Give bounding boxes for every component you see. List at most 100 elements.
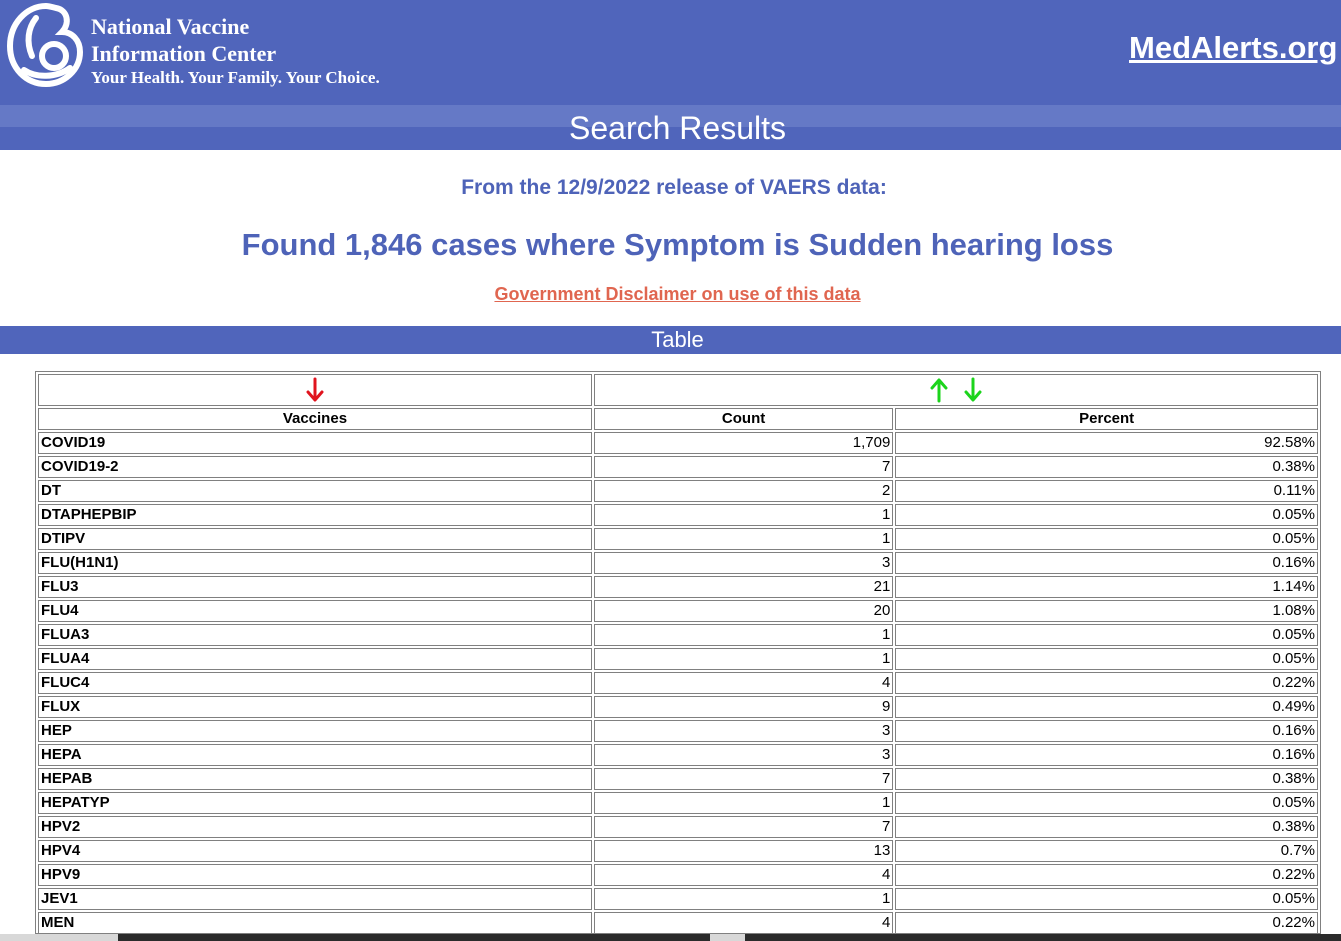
count-cell: 13 [593, 840, 894, 862]
table-row: FLUC4 4 0.22% [38, 672, 1318, 694]
percent-cell: 0.11% [895, 480, 1318, 502]
results-table: Vaccines Count Percent COVID19 1,709 92.58… [36, 372, 1320, 933]
vaccine-name-cell: FLU(H1N1) [38, 552, 592, 574]
page-title: Search Results [569, 110, 786, 146]
table-row: HEPATYP 1 0.05% [38, 792, 1318, 814]
scrollbar-segment [118, 934, 710, 941]
vaccine-name-cell: FLUA4 [38, 648, 592, 670]
sort-up-green-icon[interactable] [930, 377, 948, 403]
table-row: FLUA3 1 0.05% [38, 624, 1318, 646]
table-row: HPV4 13 0.7% [38, 840, 1318, 862]
table-row: HPV2 7 0.38% [38, 816, 1318, 838]
vaccine-name-cell: DTIPV [38, 528, 592, 550]
percent-cell: 0.05% [895, 888, 1318, 910]
sort-down-green-icon[interactable] [964, 377, 982, 403]
sort-row [38, 374, 1318, 406]
org-tagline: Your Health. Your Family. Your Choice. [91, 68, 380, 87]
percent-cell: 0.22% [895, 672, 1318, 694]
count-cell: 3 [593, 720, 894, 742]
disclaimer-link[interactable]: Government Disclaimer on use of this dat… [494, 284, 860, 304]
count-cell: 1 [593, 648, 894, 670]
table-row: COVID19-2 7 0.38% [38, 456, 1318, 478]
table-section-label: Table [651, 327, 704, 352]
count-cell: 4 [593, 912, 894, 933]
vaccine-name-cell: FLU3 [38, 576, 592, 598]
count-cell: 1 [593, 888, 894, 910]
percent-cell: 0.16% [895, 744, 1318, 766]
table-body: COVID19 1,709 92.58% COVID19-2 7 0.38% DT 2 0.11… [38, 432, 1318, 933]
column-header-row: Vaccines Count Percent [38, 408, 1318, 430]
vaccine-name-cell: MEN [38, 912, 592, 933]
percent-cell: 0.38% [895, 816, 1318, 838]
vaccine-name-cell: FLUC4 [38, 672, 592, 694]
percent-cell: 0.49% [895, 696, 1318, 718]
vaccine-name-cell: COVID19 [38, 432, 592, 454]
table-section-header: Table [0, 326, 1341, 354]
found-summary: Found 1,846 cases where Symptom is Sudde… [241, 227, 1114, 262]
sort-down-red-icon[interactable] [306, 377, 324, 403]
release-heading: From the 12/9/2022 release of VAERS data… [461, 176, 887, 199]
vaccine-name-cell: HEPA [38, 744, 592, 766]
percent-cell: 0.38% [895, 768, 1318, 790]
count-cell: 3 [593, 552, 894, 574]
table-row: DTIPV 1 0.05% [38, 528, 1318, 550]
percent-cell: 0.05% [895, 624, 1318, 646]
percent-cell: 0.05% [895, 504, 1318, 526]
table-row: HEPA 3 0.16% [38, 744, 1318, 766]
table-row: FLUX 9 0.49% [38, 696, 1318, 718]
table-row: HEPAB 7 0.38% [38, 768, 1318, 790]
vaccine-name-cell: HEPAB [38, 768, 592, 790]
org-line-1: National Vaccine [91, 14, 250, 39]
medalerts-link[interactable]: MedAlerts.org [1129, 30, 1341, 66]
vaccine-name-cell: DTAPHEPBIP [38, 504, 592, 526]
org-line-2: Information Center [91, 41, 277, 66]
table-row: FLU4 20 1.08% [38, 600, 1318, 622]
vaccine-name-cell: HPV4 [38, 840, 592, 862]
results-table-container: Vaccines Count Percent COVID19 1,709 92.58… [35, 371, 1321, 934]
count-cell: 7 [593, 456, 894, 478]
column-header-count: Count [593, 408, 894, 430]
vaccine-name-cell: HEPATYP [38, 792, 592, 814]
percent-cell: 0.22% [895, 864, 1318, 886]
nvic-logo-icon[interactable] [6, 2, 84, 88]
percent-cell: 0.22% [895, 912, 1318, 933]
column-header-vaccines: Vaccines [38, 408, 592, 430]
vaccine-name-cell: HPV2 [38, 816, 592, 838]
percent-cell: 0.05% [895, 648, 1318, 670]
count-cell: 20 [593, 600, 894, 622]
table-row: DT 2 0.11% [38, 480, 1318, 502]
count-cell: 1 [593, 792, 894, 814]
percent-cell: 0.05% [895, 528, 1318, 550]
percent-cell: 0.38% [895, 456, 1318, 478]
sort-cell-count [593, 374, 1318, 406]
site-header: National Vaccine Information Center Your… [0, 0, 1341, 105]
vaccine-name-cell: COVID19-2 [38, 456, 592, 478]
count-cell: 21 [593, 576, 894, 598]
table-row: FLU3 21 1.14% [38, 576, 1318, 598]
percent-cell: 1.14% [895, 576, 1318, 598]
horizontal-scrollbar[interactable] [0, 934, 1341, 941]
count-cell: 1,709 [593, 432, 894, 454]
table-row: JEV1 1 0.05% [38, 888, 1318, 910]
table-row: FLU(H1N1) 3 0.16% [38, 552, 1318, 574]
table-row: COVID19 1,709 92.58% [38, 432, 1318, 454]
table-row: HEP 3 0.16% [38, 720, 1318, 742]
vaccine-name-cell: FLU4 [38, 600, 592, 622]
count-cell: 3 [593, 744, 894, 766]
percent-cell: 92.58% [895, 432, 1318, 454]
count-cell: 1 [593, 528, 894, 550]
vaccine-name-cell: FLUA3 [38, 624, 592, 646]
vaccine-name-cell: FLUX [38, 696, 592, 718]
count-cell: 4 [593, 672, 894, 694]
count-cell: 1 [593, 624, 894, 646]
disclaimer: Government Disclaimer on use of this dat… [0, 284, 1341, 305]
org-name: National Vaccine Information Center Your… [91, 13, 380, 89]
count-cell: 2 [593, 480, 894, 502]
table-row: DTAPHEPBIP 1 0.05% [38, 504, 1318, 526]
percent-cell: 0.05% [895, 792, 1318, 814]
count-cell: 1 [593, 504, 894, 526]
percent-cell: 0.16% [895, 552, 1318, 574]
count-cell: 9 [593, 696, 894, 718]
percent-cell: 0.7% [895, 840, 1318, 862]
count-cell: 4 [593, 864, 894, 886]
